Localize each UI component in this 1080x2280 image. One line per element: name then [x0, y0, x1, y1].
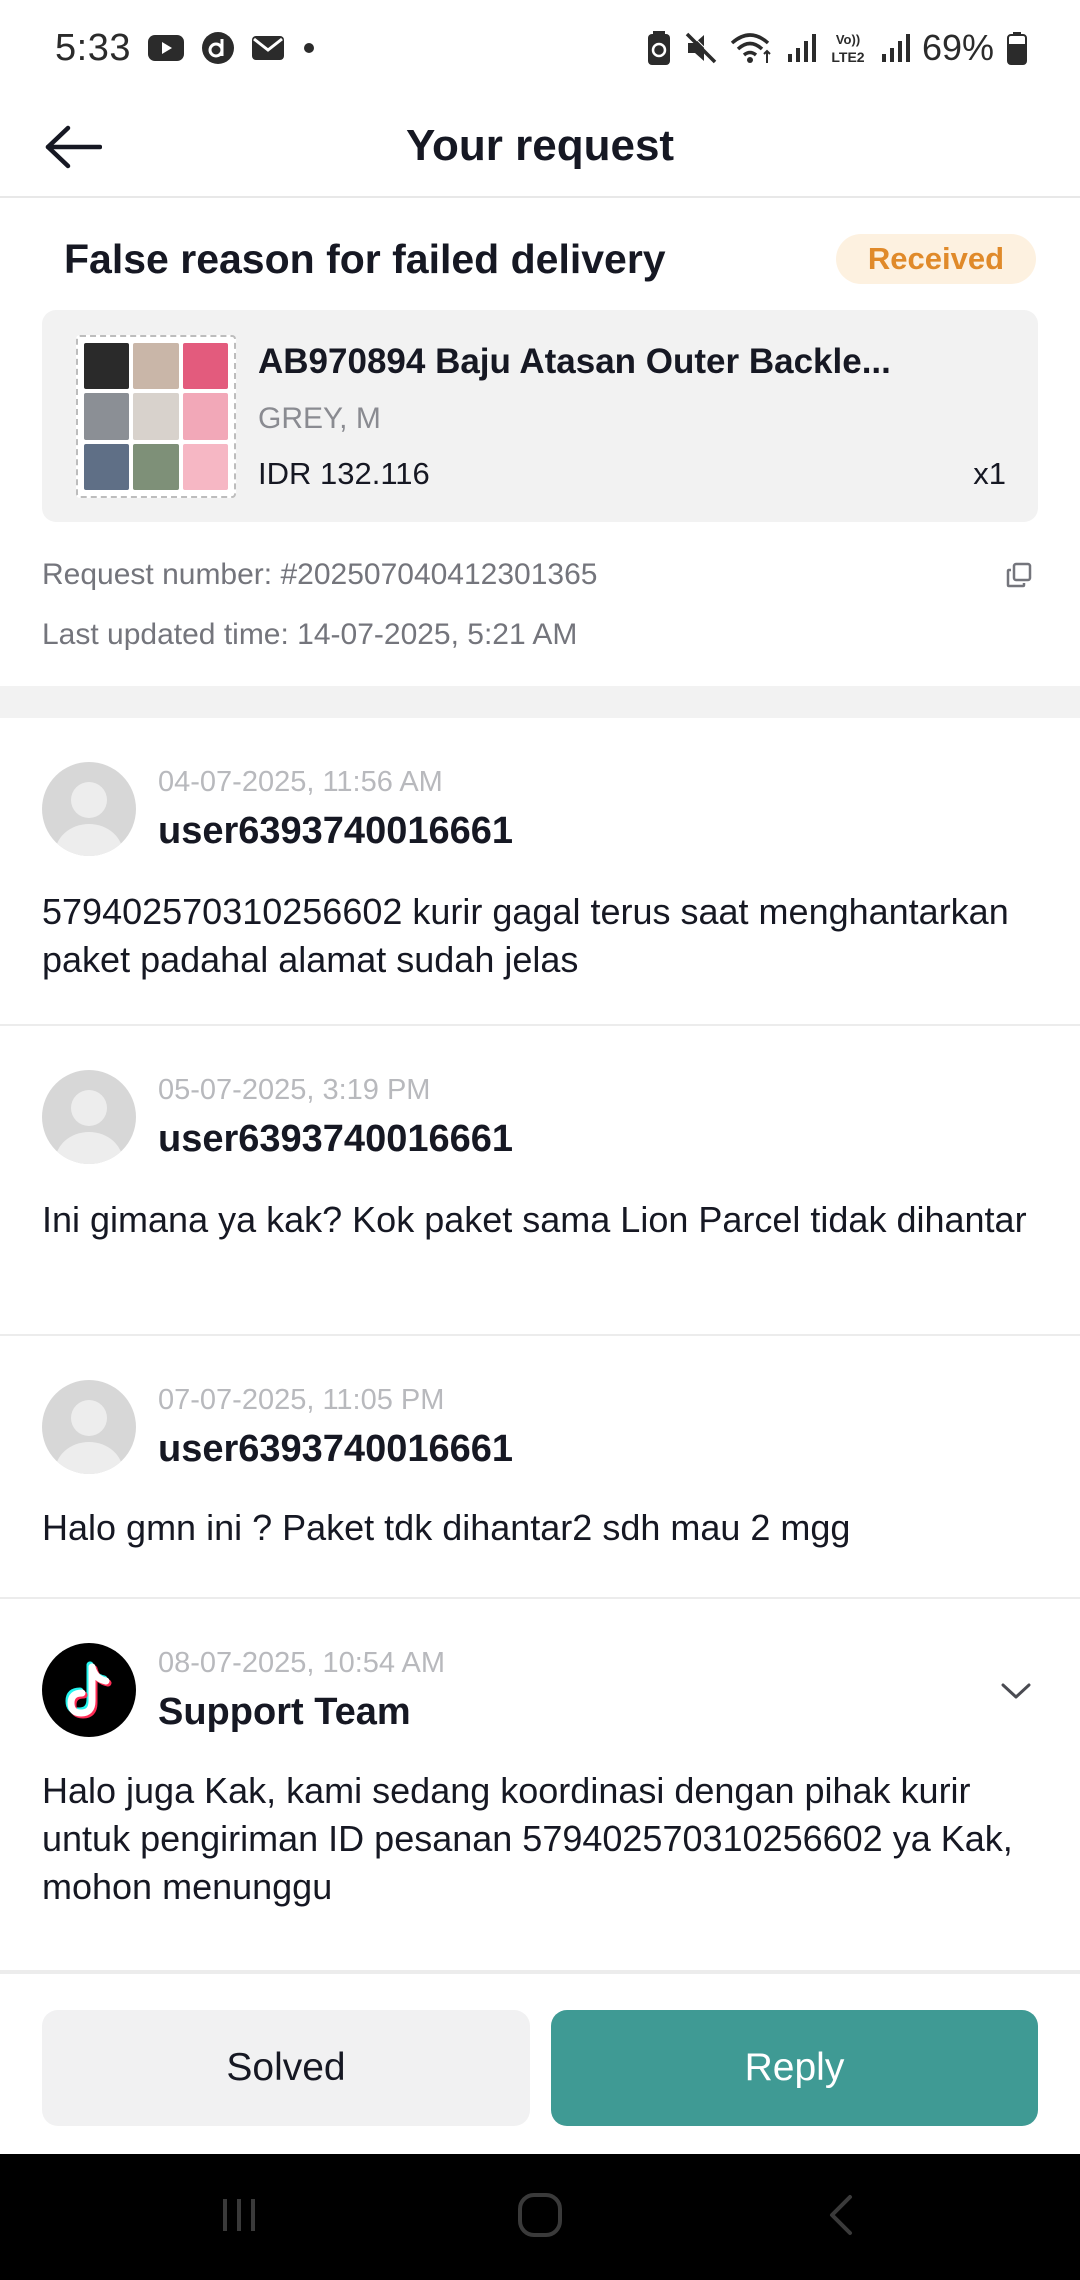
message-time: 04-07-2025, 11:56 AM — [158, 766, 443, 798]
message-time: 07-07-2025, 11:05 PM — [158, 1384, 445, 1416]
nav-back-button[interactable] — [808, 2184, 874, 2250]
message-text: Halo gmn ini ? Paket tdk dihantar2 sdh m… — [42, 1507, 851, 1548]
recents-button[interactable] — [206, 2184, 272, 2250]
status-time: 5:33 — [55, 26, 131, 69]
d-app-icon — [201, 31, 235, 65]
mail-icon — [251, 34, 285, 62]
product-price: IDR 132.116 — [258, 456, 430, 491]
status-bar: 5:33 Vo)) LTE2 69% — [0, 0, 1080, 96]
message-time: 08-07-2025, 10:54 AM — [158, 1647, 445, 1679]
page-title: Your request — [405, 121, 675, 170]
avatar — [42, 1070, 136, 1164]
reply-button[interactable]: Reply — [551, 2010, 1038, 2126]
tiktok-logo-icon — [42, 1661, 136, 1737]
message-author: user6393740016661 — [158, 810, 514, 852]
chevron-down-icon — [1001, 1682, 1031, 1705]
message-text: Ini gimana ya kak? Kok paket sama Lion P… — [42, 1199, 1027, 1240]
dot-icon — [301, 40, 317, 56]
section-divider — [0, 686, 1080, 718]
volte-lte2-icon: Vo)) LTE2 — [828, 30, 868, 66]
request-number: Request number: #202507040412301365 — [42, 558, 598, 591]
message-text: 579402570310256602 kurir gagal terus saa… — [42, 891, 1009, 980]
status-bar-right: Vo)) LTE2 69% — [646, 27, 1028, 69]
copy-button[interactable] — [1000, 558, 1038, 596]
copy-icon — [1006, 562, 1032, 593]
signal-icon — [786, 32, 816, 64]
message-text: Halo juga Kak, kami sedang koordinasi de… — [42, 1770, 1013, 1907]
product-name: AB970894 Baju Atasan Outer Backle... — [258, 342, 891, 381]
product-thumbnail — [76, 335, 236, 498]
youtube-icon — [147, 33, 185, 63]
message-item: 07-07-2025, 11:05 PM user6393740016661 H… — [0, 1336, 1080, 1599]
request-summary: False reason for failed delivery Receive… — [0, 198, 1080, 686]
product-quantity: x1 — [973, 456, 1006, 491]
message-item: 04-07-2025, 11:56 AM user6393740016661 5… — [0, 718, 1080, 1026]
message-author: user6393740016661 — [158, 1118, 514, 1160]
status-bar-left: 5:33 — [55, 27, 317, 70]
avatar — [42, 1380, 136, 1474]
wifi-icon — [730, 31, 774, 65]
back-icon — [826, 2193, 856, 2242]
expand-button[interactable] — [996, 1673, 1036, 1713]
avatar — [42, 1643, 136, 1737]
svg-text:Vo)): Vo)) — [836, 32, 860, 47]
svg-text:LTE2: LTE2 — [831, 49, 864, 65]
message-author: Support Team — [158, 1691, 411, 1733]
action-bar: Solved Reply — [0, 1972, 1080, 2154]
battery-percent: 69% — [921, 27, 994, 68]
signal-icon — [880, 32, 910, 64]
recents-icon — [217, 2195, 261, 2240]
product-variant: GREY, M — [258, 402, 381, 435]
header: Your request — [0, 96, 1080, 198]
avatar — [42, 762, 136, 856]
message-item: 05-07-2025, 3:19 PM user6393740016661 In… — [0, 1026, 1080, 1336]
message-item: 08-07-2025, 10:54 AM Support Team Halo j… — [0, 1599, 1080, 1972]
battery-icon — [1006, 31, 1028, 65]
message-author: user6393740016661 — [158, 1428, 514, 1470]
home-icon — [516, 2191, 564, 2244]
message-time: 05-07-2025, 3:19 PM — [158, 1074, 431, 1106]
last-updated-time: Last updated time: 14-07-2025, 5:21 AM — [42, 618, 578, 651]
solved-button[interactable]: Solved — [42, 2010, 530, 2126]
battery-saver-icon — [646, 30, 672, 66]
home-button[interactable] — [507, 2184, 573, 2250]
mute-icon — [684, 31, 718, 65]
status-badge: Received — [835, 234, 1036, 284]
product-card[interactable]: AB970894 Baju Atasan Outer Backle... GRE… — [42, 310, 1038, 522]
system-nav-bar — [0, 2154, 1080, 2280]
request-title: False reason for failed delivery — [64, 236, 666, 282]
